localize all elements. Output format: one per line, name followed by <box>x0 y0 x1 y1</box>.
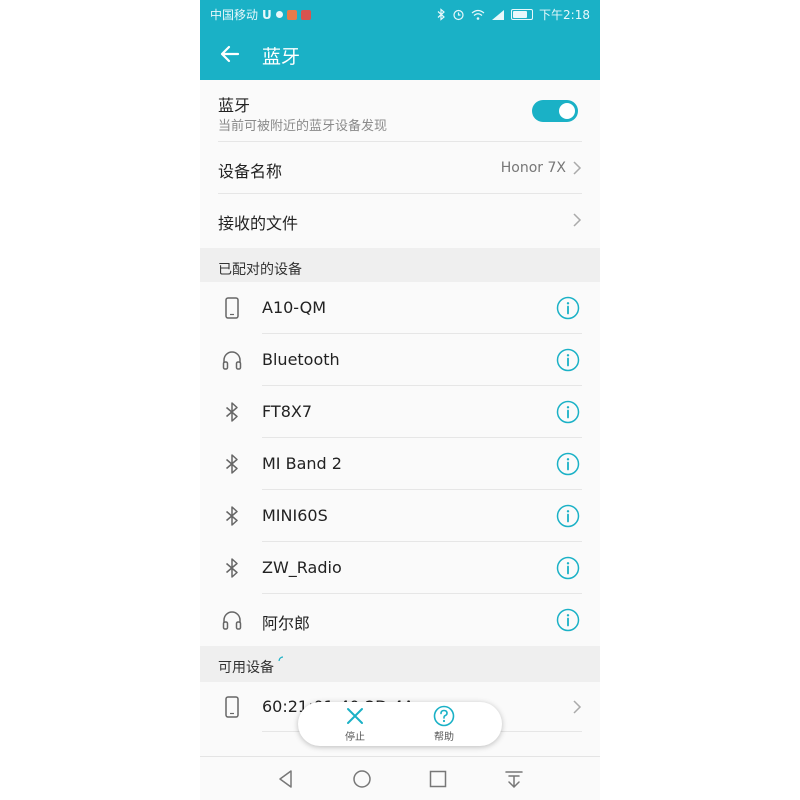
device-row[interactable]: 阿尔郎 <box>200 594 600 646</box>
u-app-icon: U <box>262 7 272 22</box>
available-devices-title: 可用设备 <box>218 660 274 676</box>
bluetooth-icon <box>220 400 244 424</box>
help-button[interactable]: 帮助 <box>414 705 474 743</box>
bluetooth-icon <box>220 504 244 528</box>
bluetooth-switch[interactable] <box>532 100 578 122</box>
phone-screen: 中国移动 U 下午2:18 蓝牙 蓝牙 当前可被附近的蓝牙设备发现 设备名称 H <box>200 0 600 800</box>
floating-action-bar: 停止 帮助 <box>298 702 502 746</box>
bluetooth-icon <box>437 8 445 21</box>
device-name: ZW_Radio <box>262 558 342 577</box>
app-bar: 蓝牙 <box>200 28 600 80</box>
status-bar: 中国移动 U 下午2:18 <box>200 0 600 28</box>
bluetooth-icon <box>220 452 244 476</box>
received-files-label: 接收的文件 <box>218 214 299 233</box>
time-label: 下午2:18 <box>539 8 590 22</box>
dot-icon <box>275 11 283 18</box>
device-row[interactable]: FT8X7 <box>200 386 600 438</box>
device-name: MINI60S <box>262 506 328 525</box>
help-label: 帮助 <box>434 732 454 743</box>
device-name: MI Band 2 <box>262 454 342 473</box>
bluetooth-icon <box>220 556 244 580</box>
device-name: Bluetooth <box>262 350 340 369</box>
info-icon[interactable] <box>556 452 580 476</box>
close-icon <box>347 708 363 724</box>
device-name: A10-QM <box>262 298 327 317</box>
carrier-label: 中国移动 <box>210 8 259 22</box>
paired-devices-header: 已配对的设备 <box>200 248 600 284</box>
available-devices-header: 可用设备 <box>200 646 600 682</box>
device-row[interactable]: A10-QM <box>200 282 600 334</box>
device-name-value: Honor 7X <box>500 160 566 176</box>
chevron-right-icon <box>573 161 582 175</box>
headphones-icon <box>220 348 244 372</box>
paired-devices-title: 已配对的设备 <box>218 262 302 278</box>
nav-back-icon[interactable] <box>274 767 298 791</box>
nav-home-icon[interactable] <box>350 767 374 791</box>
bluetooth-label: 蓝牙 <box>218 96 251 115</box>
back-arrow-icon[interactable] <box>216 40 244 68</box>
bluetooth-toggle-row[interactable]: 蓝牙 当前可被附近的蓝牙设备发现 <box>200 80 600 142</box>
bluetooth-sublabel: 当前可被附近的蓝牙设备发现 <box>218 119 388 134</box>
switch-knob <box>559 103 575 119</box>
alarm-icon <box>453 9 464 21</box>
nav-recents-icon[interactable] <box>426 767 450 791</box>
device-row[interactable]: MINI60S <box>200 490 600 542</box>
device-row[interactable]: Bluetooth <box>200 334 600 386</box>
navigation-bar <box>200 756 600 800</box>
stop-button[interactable]: 停止 <box>325 705 385 743</box>
help-icon <box>433 705 455 727</box>
info-icon[interactable] <box>556 504 580 528</box>
nav-notification-icon[interactable] <box>502 767 526 791</box>
wifi-icon <box>471 9 485 20</box>
device-row[interactable]: ZW_Radio <box>200 542 600 594</box>
device-name-label: 设备名称 <box>218 162 283 181</box>
headphones-icon <box>220 608 244 632</box>
phone-icon <box>220 296 244 320</box>
chevron-right-icon <box>573 213 582 227</box>
scanning-spinner-icon <box>278 656 284 662</box>
signal-icon <box>492 9 505 20</box>
device-name-row[interactable]: 设备名称 Honor 7X <box>200 142 600 194</box>
info-icon[interactable] <box>556 400 580 424</box>
phone-icon <box>220 695 244 719</box>
device-name: 阿尔郎 <box>262 614 311 633</box>
app-icon-orange <box>286 9 297 20</box>
info-icon[interactable] <box>556 296 580 320</box>
chevron-right-icon <box>573 700 582 714</box>
app-icon-red <box>300 9 311 20</box>
info-icon[interactable] <box>556 348 580 372</box>
received-files-row[interactable]: 接收的文件 <box>200 194 600 246</box>
battery-icon <box>511 9 534 20</box>
info-icon[interactable] <box>556 556 580 580</box>
device-row[interactable]: MI Band 2 <box>200 438 600 490</box>
info-icon[interactable] <box>556 608 580 632</box>
device-name: FT8X7 <box>262 402 313 421</box>
stop-label: 停止 <box>345 732 365 743</box>
page-title: 蓝牙 <box>262 46 301 68</box>
